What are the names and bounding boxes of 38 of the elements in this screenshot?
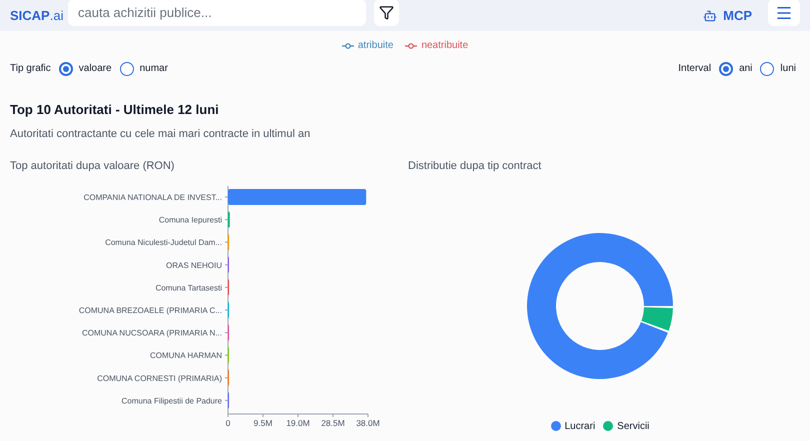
search-field[interactable]: cauta achizitii publice... [68, 0, 366, 26]
legend-item[interactable]: neatribuite [405, 38, 468, 53]
axis-label: Comuna Filipestii de Padure [122, 396, 222, 405]
donut-slice[interactable] [641, 306, 673, 330]
axis-label: COMUNA NUCSOARA (PRIMARIA N... [82, 328, 222, 338]
legend-item[interactable]: Lucrari [550, 418, 596, 434]
section-subtitle: Autoritati contractante cu cele mai mari contracte in ultimul an [10, 126, 312, 142]
radio-option[interactable]: numar [120, 61, 168, 76]
axis-label: COMUNA HARMAN [150, 350, 222, 360]
tick-label: 9.5M [254, 418, 272, 428]
chart-title: Distributie dupa tip contract [407, 159, 542, 174]
legend-item[interactable]: Servicii [603, 418, 650, 434]
legend-item[interactable]: atribuite [342, 38, 394, 53]
tick-label: 19.0M [286, 418, 310, 428]
axis-label: Comuna Tartasesti [155, 282, 222, 292]
tick-label: 28.5M [321, 418, 345, 428]
bar[interactable] [228, 188, 366, 204]
radio-option[interactable]: valoare [58, 61, 112, 76]
radio-group-label: Tip grafic [10, 62, 51, 76]
filter-icon [379, 5, 394, 20]
tick-label: 38.0M [356, 418, 380, 428]
tick-label: 0 [226, 418, 230, 428]
radio-option[interactable]: luni [760, 61, 796, 76]
axis-label: COMUNA CORNESTI (PRIMARIA) [97, 373, 222, 382]
chart-title: Top autoritati dupa valoare (RON) [9, 159, 176, 174]
axis-label: Comuna Niculesti-Judetul Dam... [105, 238, 222, 247]
axis-label: Comuna Iepuresti [158, 215, 222, 224]
radio-group-label: Interval [678, 62, 712, 76]
filter-button[interactable] [374, 0, 399, 26]
donut-slice[interactable] [527, 232, 673, 378]
axis-label: COMPANIA NATIONALA DE INVEST... [84, 192, 222, 202]
section-title: Top 10 Autoritati - Ultimele 12 luni [10, 101, 220, 119]
menu-button[interactable] [768, 0, 800, 26]
axis-label: COMUNA BREZOAELE (PRIMARIA C... [78, 306, 222, 314]
robot-icon [703, 8, 718, 22]
radio-option[interactable]: ani [719, 61, 752, 76]
mcp-button[interactable]: MCP [703, 6, 752, 26]
axis-label: ORAS NEHOIU [166, 260, 222, 270]
